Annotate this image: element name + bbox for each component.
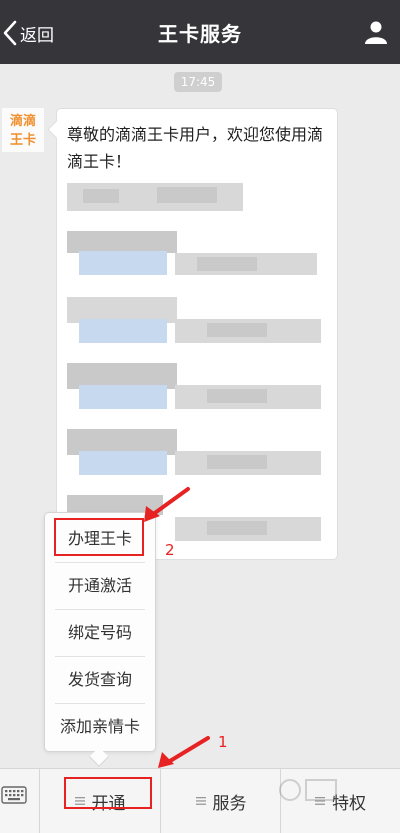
avatar-line-2: 王卡 <box>9 133 36 148</box>
nav-header: 返回 王卡服务 <box>0 0 400 64</box>
menu-lines-icon <box>195 797 206 805</box>
menu-item-activate[interactable]: 开通激活 <box>53 566 147 610</box>
tab-service-label: 服务 <box>212 793 247 814</box>
keyboard-icon <box>1 786 27 804</box>
annotation-step-1: 1 <box>218 733 228 751</box>
highlight-box-activate-tab <box>64 777 152 809</box>
highlight-box-apply-card <box>54 518 144 556</box>
arrow-icon <box>158 736 210 768</box>
avatar-line-1: 滴滴 <box>9 114 36 129</box>
keyboard-toggle[interactable] <box>0 769 40 833</box>
menu-item-shipping-query[interactable]: 发货查询 <box>53 660 147 704</box>
page-title: 王卡服务 <box>158 22 242 46</box>
menu-item-bind-number[interactable]: 绑定号码 <box>53 613 147 657</box>
watermark-logo <box>279 779 337 801</box>
message-bubble: 尊敬的滴滴王卡用户，欢迎您使用滴滴王卡！ <box>56 108 338 560</box>
annotation-step-2: 2 <box>165 541 175 559</box>
account-avatar[interactable]: 滴滴 王卡 <box>2 108 44 152</box>
tab-service[interactable]: 服务 <box>161 769 281 833</box>
message-timestamp: 17:45 <box>174 72 222 92</box>
greeting-text: 尊敬的滴滴王卡用户，欢迎您使用滴滴王卡！ <box>67 125 324 171</box>
profile-icon[interactable] <box>364 20 388 44</box>
menu-item-add-family-card[interactable]: 添加亲情卡 <box>53 707 147 747</box>
